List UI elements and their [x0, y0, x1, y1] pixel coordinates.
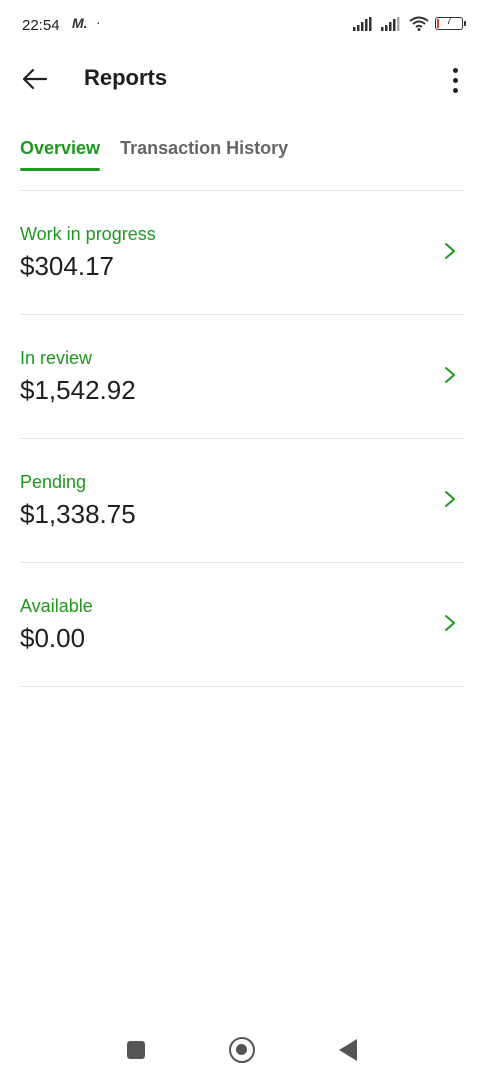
home-circle-icon[interactable]	[229, 1037, 255, 1063]
row-label: Available	[20, 596, 93, 616]
more-options-icon[interactable]	[445, 62, 465, 98]
recents-square-icon[interactable]	[127, 1041, 145, 1059]
row-amount: $0.00	[20, 623, 86, 653]
chevron-right-icon	[445, 491, 455, 507]
signal-icon	[353, 16, 372, 31]
report-row-available[interactable]: Available $0.00	[0, 563, 485, 687]
signal-icon-2	[381, 16, 400, 31]
row-label: Pending	[20, 472, 87, 492]
report-row-pending[interactable]: Pending $1,338.75	[0, 439, 485, 563]
wifi-icon	[409, 16, 429, 31]
chevron-right-icon	[445, 243, 455, 259]
chevron-right-icon	[445, 367, 455, 383]
tab-bar: Overview Transaction History	[20, 138, 288, 171]
row-amount: $1,338.75	[20, 499, 136, 529]
battery-level: 7	[446, 16, 452, 27]
row-amount: $304.17	[20, 251, 114, 281]
status-icons: 7	[353, 16, 466, 31]
row-label: Work in progress	[20, 224, 156, 244]
app-notification-icon: M.	[72, 15, 88, 31]
status-bar: 22:54 M. · 7	[0, 0, 485, 52]
app-bar: Reports	[0, 52, 485, 108]
system-nav-bar	[0, 1020, 485, 1080]
chevron-right-icon	[445, 615, 455, 631]
row-label: In review	[20, 348, 93, 368]
back-triangle-icon[interactable]	[339, 1039, 357, 1061]
page-title: Reports	[84, 65, 168, 90]
back-arrow-icon[interactable]	[20, 64, 50, 94]
report-row-work-in-progress[interactable]: Work in progress $304.17	[0, 191, 485, 315]
status-time: 22:54	[22, 17, 60, 34]
tab-transaction-history[interactable]: Transaction History	[120, 138, 288, 167]
tab-overview[interactable]: Overview	[20, 138, 101, 171]
battery-icon: 7	[435, 16, 466, 30]
row-amount: $1,542.92	[20, 375, 136, 405]
report-row-in-review[interactable]: In review $1,542.92	[0, 315, 485, 439]
notification-dot: ·	[96, 14, 101, 30]
row-divider	[20, 686, 465, 687]
